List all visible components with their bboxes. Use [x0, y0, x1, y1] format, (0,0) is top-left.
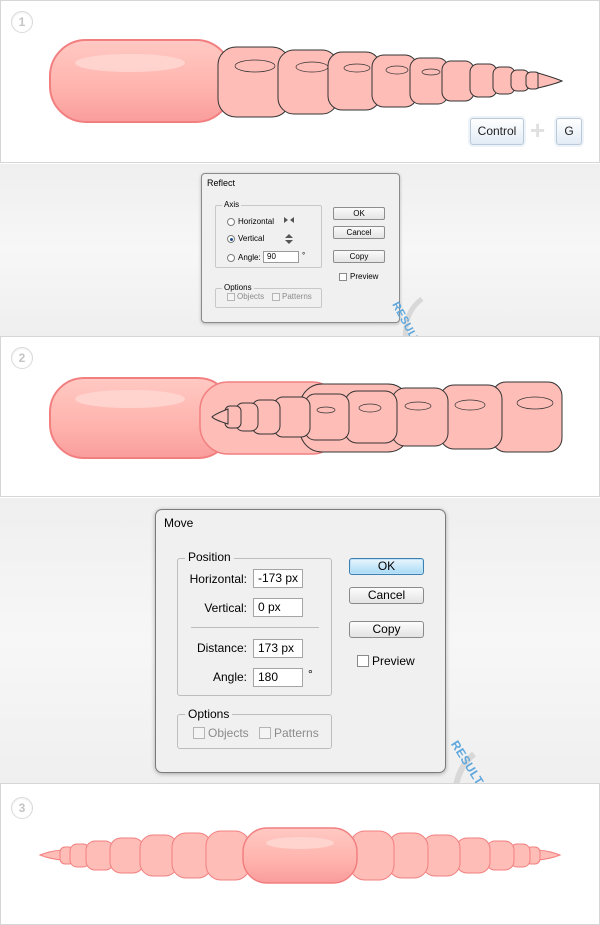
plus-icon: +	[530, 115, 546, 145]
dialog-title: Move	[164, 516, 194, 530]
copy-button[interactable]: Copy	[333, 250, 385, 263]
dialog-title: Reflect	[207, 178, 236, 188]
objects-label: Objects	[208, 726, 249, 740]
cancel-button[interactable]: Cancel	[349, 587, 424, 604]
objects-checkbox[interactable]	[193, 727, 205, 739]
angle-input[interactable]: 90	[263, 251, 299, 263]
angle-radio[interactable]	[227, 254, 235, 262]
ok-button[interactable]: OK	[333, 207, 385, 220]
distance-label: Distance:	[196, 641, 247, 655]
patterns-label: Patterns	[282, 292, 312, 301]
distance-input[interactable]: 173 px	[253, 639, 303, 658]
g-key: G	[556, 118, 582, 145]
ok-button[interactable]: OK	[349, 558, 424, 575]
copy-button[interactable]: Copy	[349, 621, 424, 638]
angle-input[interactable]: 180	[253, 668, 303, 687]
cancel-button[interactable]: Cancel	[333, 226, 385, 239]
position-legend: Position	[185, 550, 234, 564]
patterns-checkbox[interactable]	[259, 727, 271, 739]
options-legend: Options	[222, 283, 254, 292]
patterns-checkbox[interactable]	[272, 293, 280, 301]
preview-checkbox[interactable]	[357, 655, 369, 667]
control-key: Control	[470, 118, 524, 145]
worm-illustration-step-3	[38, 827, 562, 884]
reflect-dialog: Reflect Axis Horizontal Vertical Angle: …	[201, 173, 400, 323]
vertical-radio[interactable]	[227, 235, 235, 243]
patterns-label: Patterns	[274, 726, 319, 740]
objects-checkbox[interactable]	[227, 293, 235, 301]
preview-label: Preview	[372, 654, 415, 668]
options-legend: Options	[185, 707, 233, 721]
angle-label: Angle:	[212, 670, 247, 684]
degree-symbol: °	[308, 667, 313, 681]
preview-checkbox[interactable]	[339, 273, 347, 281]
reflect-horizontal-icon	[284, 217, 294, 223]
divider	[191, 627, 319, 628]
vertical-label: Vertical:	[204, 601, 247, 615]
objects-label: Objects	[237, 292, 265, 301]
horizontal-label: Horizontal:	[189, 572, 247, 586]
move-dialog: Move Position Horizontal: -173 px Vertic…	[155, 509, 446, 773]
vertical-label: Vertical	[238, 234, 265, 243]
horizontal-input[interactable]: -173 px	[253, 569, 303, 588]
worm-illustration-step-2	[49, 377, 563, 459]
horizontal-radio[interactable]	[227, 218, 235, 226]
preview-label: Preview	[350, 272, 379, 281]
axis-legend: Axis	[222, 200, 242, 209]
degree-symbol: °	[302, 251, 306, 260]
horizontal-label: Horizontal	[238, 217, 275, 226]
angle-label: Angle:	[238, 253, 261, 262]
reflect-vertical-icon	[285, 234, 293, 244]
vertical-input[interactable]: 0 px	[253, 598, 303, 617]
